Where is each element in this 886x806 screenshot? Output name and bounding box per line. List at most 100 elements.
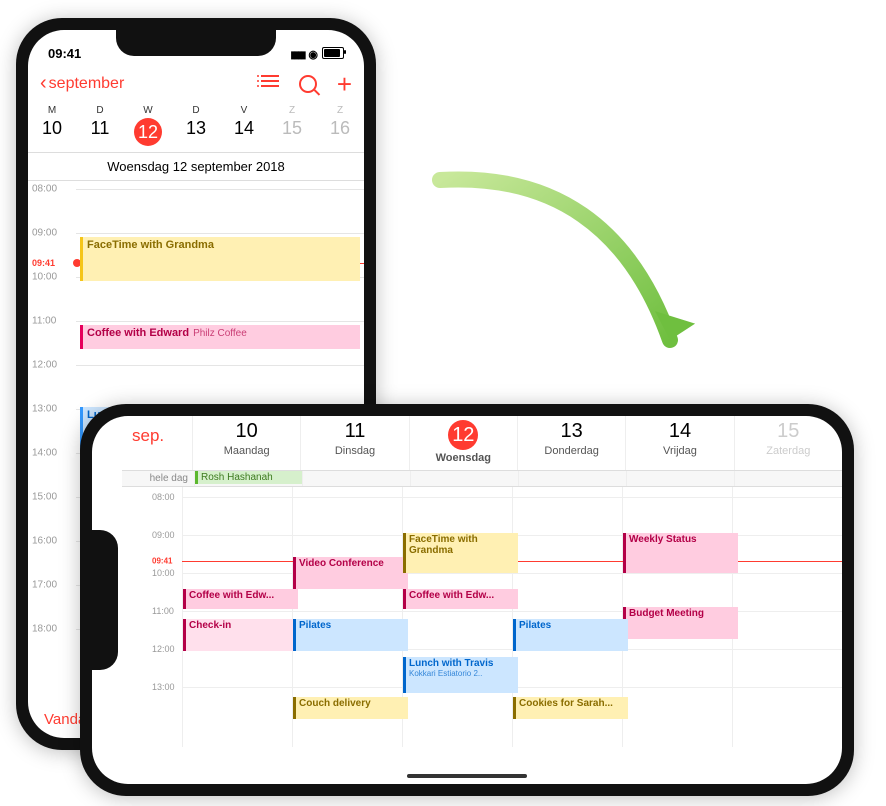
- calendar-event[interactable]: FaceTime with Grandma: [80, 237, 360, 281]
- hour-label: 15:00: [32, 492, 57, 503]
- hour-label: 12:00: [152, 644, 175, 654]
- date-number: 13: [172, 118, 220, 139]
- day-cell[interactable]: W12: [124, 101, 172, 152]
- allday-row: hele dag Rosh Hashanah: [122, 471, 842, 487]
- allday-label: hele dag: [122, 471, 194, 486]
- now-label: 09:41: [152, 557, 172, 566]
- day-cell[interactable]: D 13: [172, 101, 220, 152]
- hour-label: 13:00: [152, 682, 175, 692]
- date-number: 10: [193, 420, 300, 443]
- hour-label: 14:00: [32, 448, 57, 459]
- calendar-event[interactable]: Pilates: [293, 619, 408, 651]
- date-number: 15: [268, 118, 316, 139]
- chevron-left-icon: ‹: [40, 72, 47, 95]
- day-column-header[interactable]: 11 Dinsdag: [300, 416, 408, 470]
- add-icon[interactable]: +: [337, 75, 352, 93]
- week-grid[interactable]: 08:0009:0010:0011:0012:0013:0009:41Video…: [122, 487, 842, 747]
- day-name: Vrijdag: [626, 445, 733, 457]
- allday-cell: [518, 471, 626, 486]
- hour-label: 08:00: [152, 492, 175, 502]
- hour-label: 11:00: [152, 606, 174, 616]
- calendar-event[interactable]: Budget Meeting: [623, 607, 738, 639]
- day-name: Zaterdag: [735, 445, 842, 457]
- hour-label: 17:00: [32, 580, 57, 591]
- day-name: Dinsdag: [301, 445, 408, 457]
- day-cell[interactable]: D 11: [76, 101, 124, 152]
- dow-label: M: [28, 105, 76, 116]
- dow-label: Z: [316, 105, 364, 116]
- day-column-header[interactable]: 15 Zaterdag: [734, 416, 842, 470]
- dow-label: V: [220, 105, 268, 116]
- hour-line: [182, 573, 842, 574]
- hour-line: [76, 365, 364, 366]
- week-row: M10D11W12D13V14Z15Z16: [28, 101, 364, 153]
- hour-line: [182, 611, 842, 612]
- allday-cell: [734, 471, 842, 486]
- calendar-event[interactable]: Check-in: [183, 619, 298, 651]
- list-icon[interactable]: [261, 75, 279, 93]
- day-cell[interactable]: V 14: [220, 101, 268, 152]
- dow-label: W: [124, 105, 172, 116]
- date-number: 15: [735, 420, 842, 443]
- hour-label: 09:00: [32, 228, 57, 239]
- day-cell[interactable]: M 10: [28, 101, 76, 152]
- day-column-header[interactable]: 13 Donderdag: [517, 416, 625, 470]
- search-icon[interactable]: [299, 75, 317, 93]
- calendar-event[interactable]: Weekly Status: [623, 533, 738, 573]
- screen-landscape: sep. 10 Maandag11 Dinsdag 12 Woensdag13 Donde…: [92, 416, 842, 784]
- home-indicator[interactable]: [407, 774, 527, 778]
- back-label: september: [49, 75, 125, 93]
- hour-label: 10:00: [32, 272, 57, 283]
- day-column-header[interactable]: 14 Vrijdag: [625, 416, 733, 470]
- hour-line: [76, 189, 364, 190]
- hour-line: [182, 497, 842, 498]
- hour-label: 10:00: [152, 568, 175, 578]
- date-number: 13: [518, 420, 625, 443]
- notch: [116, 30, 276, 56]
- day-name: Maandag: [193, 445, 300, 457]
- calendar-event[interactable]: Video Conference: [293, 557, 408, 589]
- date-number: 12: [448, 420, 478, 450]
- allday-cell: [410, 471, 518, 486]
- calendar-event[interactable]: Cookies for Sarah...: [513, 697, 628, 719]
- hour-label: 18:00: [32, 624, 57, 635]
- date-number: 14: [220, 118, 268, 139]
- calendar-event[interactable]: Coffee with Edw...: [403, 589, 518, 609]
- back-button[interactable]: ‹ september: [40, 72, 124, 95]
- date-number: 11: [76, 118, 124, 139]
- day-cell[interactable]: Z 15: [268, 101, 316, 152]
- date-number: 11: [301, 420, 408, 443]
- rotation-arrow-icon: [410, 160, 720, 400]
- date-number: 14: [626, 420, 733, 443]
- hour-line: [76, 233, 364, 234]
- battery-icon: [322, 47, 344, 59]
- date-number: 16: [316, 118, 364, 139]
- phone-landscape: sep. 10 Maandag11 Dinsdag 12 Woensdag13 Donde…: [80, 404, 854, 796]
- calendar-event[interactable]: Coffee with EdwardPhilz Coffee: [80, 325, 360, 349]
- allday-event[interactable]: Rosh Hashanah: [195, 471, 302, 484]
- dow-label: D: [172, 105, 220, 116]
- grid-vline: [182, 487, 183, 747]
- dow-label: D: [76, 105, 124, 116]
- hour-label: 11:00: [32, 316, 56, 327]
- day-column-header[interactable]: 12 Woensdag: [409, 416, 517, 470]
- day-cell[interactable]: Z 16: [316, 101, 364, 152]
- day-column-header[interactable]: 10 Maandag: [192, 416, 300, 470]
- allday-cell: [626, 471, 734, 486]
- day-name: Donderdag: [518, 445, 625, 457]
- calendar-event[interactable]: Coffee with Edw...: [183, 589, 298, 609]
- dow-label: Z: [268, 105, 316, 116]
- hour-label: 13:00: [32, 404, 57, 415]
- navbar: ‹ september +: [28, 70, 364, 101]
- calendar-event[interactable]: Pilates: [513, 619, 628, 651]
- month-button[interactable]: sep.: [122, 416, 192, 470]
- calendar-event[interactable]: FaceTime with Grandma: [403, 533, 518, 573]
- allday-cell: [302, 471, 410, 486]
- notch: [92, 530, 118, 670]
- signal-icon: [290, 46, 304, 61]
- wifi-icon: [308, 46, 318, 61]
- calendar-event[interactable]: Couch delivery: [293, 697, 408, 719]
- calendar-event[interactable]: Lunch with TravisKokkari Estiatorio 2..: [403, 657, 518, 693]
- date-number: 10: [28, 118, 76, 139]
- day-name: Woensdag: [410, 452, 517, 464]
